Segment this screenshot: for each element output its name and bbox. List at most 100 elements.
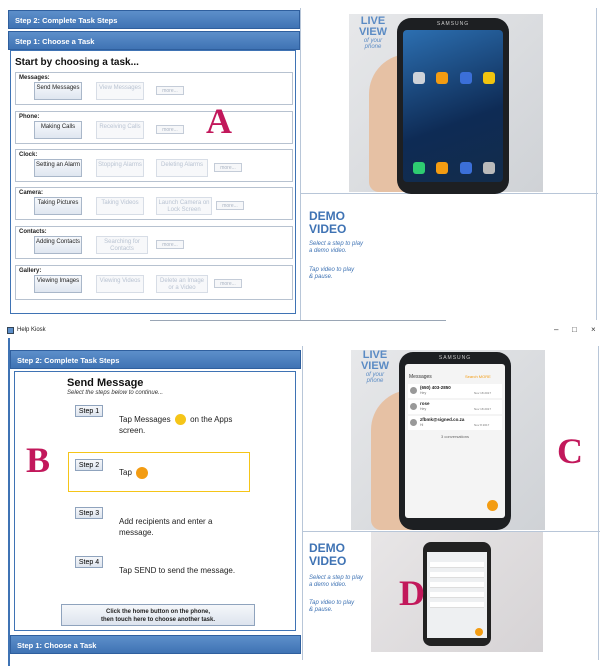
phone-screen: Messages Search MORE (650) 403-2850 Hey … [405,364,505,518]
section-title: Gallery: [19,268,42,274]
live-line2: VIEW [358,26,388,38]
taking-videos-button[interactable]: Taking Videos [96,197,144,215]
more-button[interactable]: more... [156,125,184,134]
demo-title-line2: VIDEO [309,222,347,236]
demo-instruction-1: Select a step to play a demo video. [309,575,364,588]
contact-avatar [410,387,417,394]
section-title: Clock: [19,152,38,158]
phone-screen [403,30,503,182]
label-d: D [399,573,425,613]
more-button[interactable]: more... [214,163,242,172]
step-2-line: Tap [119,468,132,478]
viewing-images-button[interactable]: Viewing Images [34,275,82,293]
video-list-row [430,572,484,578]
minimize-button[interactable]: – [554,325,558,334]
viewing-videos-button[interactable]: Viewing Videos [96,275,144,293]
section-title: Messages: [19,75,50,81]
right-column: SAMSUNG LIVE VIEW of your phone DEMO VID… [300,8,598,320]
conversation-name: zfbmk@signed.co.za [420,417,465,422]
section-title: Phone: [19,114,40,120]
step1-header-bar[interactable]: Step 1: Choose a Task [8,31,300,50]
divider [150,320,446,321]
setting-alarm-button[interactable]: Setting an Alarm [34,159,82,177]
phone-brand: SAMSUNG [438,355,472,361]
view-messages-button[interactable]: View Messages [96,82,144,100]
step-1-button[interactable]: Step 1 [75,405,103,417]
receiving-calls-button[interactable]: Receiving Calls [96,121,144,139]
demo-video-player[interactable]: D [371,532,543,652]
step-4-button[interactable]: Step 4 [75,556,103,568]
task-title: Send Message [67,377,144,389]
step-1-text: Tap Messages on the Apps screen. [119,414,239,436]
conversation-item[interactable]: zfbmk@signed.co.za Hi Nov 8 2017 [408,416,502,430]
deleting-alarms-button[interactable]: Deleting Alarms [156,159,208,177]
window-title: Help Kiosk [17,327,46,333]
step-2-button[interactable]: Step 2 [75,459,103,471]
demo-instruction-2: Tap video to play & pause. [309,600,355,613]
conversation-time: Nov 18 2017 [474,407,492,411]
stopping-alarms-button[interactable]: Stopping Alarms [96,159,144,177]
video-compose-fab [475,628,483,636]
step-2-highlight [68,452,250,492]
task-list-panel: Start by choosing a task... Messages: Se… [10,50,296,314]
step2-header-bar[interactable]: Step 2: Complete Task Steps [10,350,301,369]
compose-icon [136,467,149,479]
top-panel: Step 2: Complete Task Steps Step 1: Choo… [0,0,605,322]
task-heading: Start by choosing a task... [15,57,139,68]
app-icon [7,327,14,334]
making-calls-button[interactable]: Making Calls [34,121,82,139]
label-b: B [26,440,51,480]
phone-brand: SAMSUNG [436,21,470,27]
searching-contacts-button[interactable]: Searching for Contacts [96,236,148,254]
step-1-line1: Tap Messages [119,415,171,424]
conversation-preview: Hey [420,391,427,395]
more-button[interactable]: more... [216,201,244,210]
maximize-button[interactable]: □ [572,325,577,334]
step-3-text: Add recipients and enter a message. [119,517,213,537]
section-title: Contacts: [19,229,47,235]
video-list-row [430,592,484,598]
section-messages: Messages: Send Messages View Messages mo… [15,72,293,105]
home-return-button[interactable]: Click the home button on the phone, then… [61,604,255,626]
section-clock: Clock: Setting an Alarm Stopping Alarms … [15,149,293,182]
title-bar: Help Kiosk – □ × [0,324,605,338]
more-button[interactable]: more... [156,86,184,95]
compose-fab[interactable] [487,500,498,511]
close-button[interactable]: × [591,325,596,334]
taking-pictures-button[interactable]: Taking Pictures [34,197,82,215]
launch-camera-lock-button[interactable]: Launch Camera on Lock Screen [156,197,212,215]
home-button-line1: Click the home button on the phone, [106,609,210,615]
messages-icon [174,414,186,426]
delete-image-video-button[interactable]: Delete an Image or a Video [156,275,208,293]
contact-avatar [410,403,417,410]
conversation-name: (650) 403-2850 [420,385,451,390]
step1-header-bar[interactable]: Step 1: Choose a Task [10,635,301,654]
section-gallery: Gallery: Viewing Images Viewing Videos D… [15,265,293,300]
section-phone: Phone: Making Calls Receiving Calls more… [15,111,293,144]
step2-header-bar[interactable]: Step 2: Complete Task Steps [8,10,300,29]
task-subtitle: Select the steps below to continue... [67,390,164,396]
more-button[interactable]: more... [156,240,184,249]
messages-app-title: Messages [409,374,432,380]
demo-instruction-2: Tap video to play & pause. [309,267,355,280]
conversation-preview: Hi [420,423,424,427]
demo-instruction-1: Select a step to play a demo video. [309,241,364,254]
section-title: Camera: [19,190,44,196]
video-phone-screen [427,552,487,638]
conversation-item[interactable]: rose Hey Nov 18 2017 [408,400,502,414]
live-line2: VIEW [360,360,390,372]
conversation-time: Nov 18 2017 [474,391,492,395]
messages-app-actions: Search MORE [465,374,491,379]
adding-contacts-button[interactable]: Adding Contacts [34,236,82,254]
step-4-text: Tap SEND to send the message. [119,566,236,575]
dock-icon-row [413,162,495,176]
conversation-preview: Hey [420,407,427,411]
left-edge-strip [8,338,10,666]
step-3-button[interactable]: Step 3 [75,507,103,519]
conversation-item[interactable]: (650) 403-2850 Hey Nov 18 2017 [408,384,502,398]
send-messages-button[interactable]: Send Messages [34,82,82,100]
more-button[interactable]: more... [214,279,242,288]
live-sub2: phone [364,44,382,50]
app-icon-row [413,72,495,86]
live-view-panel: SAMSUNG Messages Search MORE (650) 403-2… [303,346,600,532]
